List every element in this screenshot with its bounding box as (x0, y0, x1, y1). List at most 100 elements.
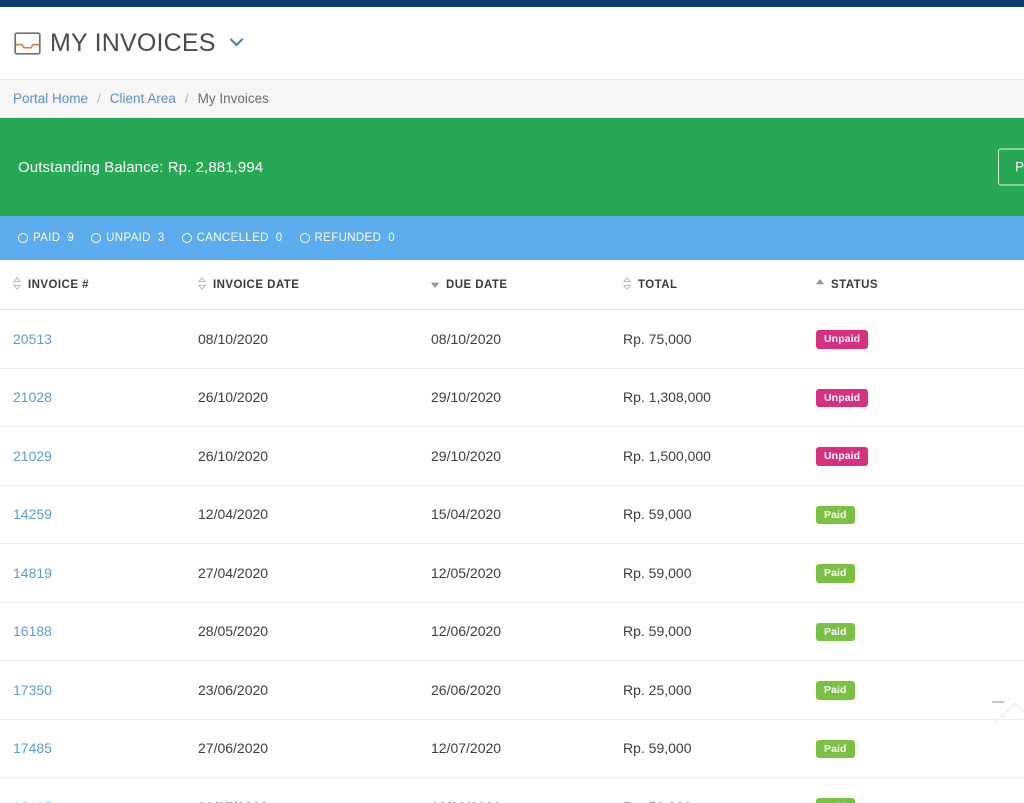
cell-total: Rp. 25,000 (623, 660, 816, 720)
cell-due-date: 08/10/2020 (431, 309, 623, 369)
cell-invoice-number: 16188 (0, 602, 198, 661)
column-header-invoice-number[interactable]: INVOICE # (0, 260, 198, 310)
breadcrumb-separator: / (184, 91, 189, 106)
invoice-link[interactable]: 17350 (13, 682, 52, 698)
table-row[interactable]: 20513 08/10/2020 08/10/2020 Rp. 75,000 U… (0, 309, 1024, 369)
filter-paid-label: PAID (33, 232, 61, 244)
filter-refunded[interactable]: REFUNDED 0 (299, 232, 395, 244)
cell-status: Paid (816, 602, 1024, 661)
cell-due-date: 12/05/2020 (431, 543, 623, 603)
column-header-status-label: STATUS (831, 279, 878, 291)
filter-unpaid[interactable]: UNPAID 3 (91, 232, 164, 244)
radio-circle-icon (181, 233, 192, 243)
cell-invoice-number: 20513 (0, 309, 198, 369)
pay-all-outstanding-button[interactable]: Pay All Outstanding Invoices (998, 148, 1024, 186)
status-badge: Unpaid (816, 330, 869, 349)
column-header-invoice-date[interactable]: INVOICE DATE (198, 260, 431, 310)
cell-invoice-date: 26/10/2020 (198, 426, 431, 486)
status-badge: Paid (816, 564, 855, 583)
sort-descending-icon (431, 277, 439, 293)
breadcrumb-item-client-area[interactable]: Client Area (110, 91, 176, 106)
column-header-total[interactable]: TOTAL (623, 260, 816, 310)
table-row[interactable]: 16188 28/05/2020 12/06/2020 Rp. 59,000 P… (0, 602, 1024, 661)
cell-status: Paid (816, 660, 1024, 720)
status-badge: Paid (816, 798, 855, 803)
invoices-table-head: INVOICE # INVOICE DATE DUE DATE TOTAL ST… (0, 260, 1024, 310)
cell-due-date: 12/06/2020 (431, 602, 623, 661)
filter-paid[interactable]: PAID 9 (18, 232, 74, 244)
cell-total: Rp. 59,000 (623, 485, 816, 544)
invoices-table: INVOICE # INVOICE DATE DUE DATE TOTAL ST… (0, 260, 1024, 803)
cell-due-date: 15/04/2020 (431, 485, 623, 544)
status-badge: Unpaid (816, 388, 869, 407)
invoice-link[interactable]: 21028 (13, 389, 52, 405)
filter-refunded-count: 0 (388, 232, 395, 244)
breadcrumb: Portal Home / Client Area / My Invoices (0, 80, 1024, 118)
radio-circle-icon (18, 233, 28, 243)
cell-invoice-number: 17350 (0, 660, 198, 720)
cell-invoice-date: 27/04/2020 (198, 543, 431, 603)
page-title: MY INVOICES (50, 28, 216, 57)
page-title-group[interactable]: MY INVOICES (14, 28, 243, 57)
cell-due-date: 12/07/2020 (431, 719, 623, 778)
cell-status: Paid (816, 777, 1024, 803)
breadcrumb-item-portal-home[interactable]: Portal Home (13, 91, 88, 106)
cell-invoice-date: 23/06/2020 (198, 660, 431, 720)
cell-total: Rp. 59,000 (623, 719, 816, 778)
cell-invoice-number: 21028 (0, 368, 198, 427)
cell-invoice-date: 26/10/2020 (198, 368, 431, 427)
inbox-icon (14, 31, 41, 55)
cell-status: Unpaid (816, 368, 1024, 427)
invoice-link[interactable]: 21029 (13, 448, 52, 464)
invoice-link[interactable]: 16188 (13, 623, 52, 639)
filter-paid-count: 9 (67, 232, 75, 244)
column-header-due-date[interactable]: DUE DATE (431, 260, 623, 310)
table-row[interactable]: 21029 26/10/2020 29/10/2020 Rp. 1,500,00… (0, 426, 1024, 486)
invoice-link[interactable]: 14259 (13, 506, 52, 522)
cell-status: Paid (816, 543, 1024, 603)
outstanding-balance-label: Outstanding Balance: Rp. 2,881,994 (18, 158, 264, 176)
status-badge: Paid (816, 681, 855, 700)
table-row[interactable]: 17350 23/06/2020 26/06/2020 Rp. 25,000 P… (0, 660, 1024, 720)
cell-invoice-number: 17485 (0, 719, 198, 778)
status-filter-bar: PAID 9 UNPAID 3 CANCELLED 0 REFUNDED 0 (0, 216, 1024, 260)
column-header-total-label: TOTAL (638, 279, 678, 291)
cell-total: Rp. 59,000 (623, 543, 816, 603)
cell-due-date: 29/10/2020 (431, 368, 623, 427)
status-badge: Paid (816, 739, 855, 758)
filter-unpaid-count: 3 (157, 232, 165, 244)
filter-cancelled[interactable]: CANCELLED 0 (181, 232, 283, 244)
breadcrumb-item-my-invoices: My Invoices (197, 91, 269, 106)
column-header-invoice-number-label: INVOICE # (28, 279, 89, 291)
column-header-invoice-date-label: INVOICE DATE (213, 279, 300, 291)
table-row[interactable]: 14819 27/04/2020 12/05/2020 Rp. 59,000 P… (0, 543, 1024, 603)
chevron-down-icon[interactable] (225, 34, 243, 52)
invoice-link[interactable]: 20513 (13, 331, 52, 347)
cell-invoice-date: 28/05/2020 (198, 602, 431, 661)
cell-status: Paid (816, 485, 1024, 544)
table-row[interactable]: 14259 12/04/2020 15/04/2020 Rp. 59,000 P… (0, 485, 1024, 544)
cell-total: Rp. 1,500,000 (623, 426, 816, 486)
outstanding-balance-banner: Outstanding Balance: Rp. 2,881,994 Pay A… (0, 118, 1024, 216)
cell-invoice-number: 21029 (0, 426, 198, 486)
filter-refunded-label: REFUNDED (314, 232, 382, 244)
table-row[interactable]: 17485 27/06/2020 12/07/2020 Rp. 59,000 P… (0, 719, 1024, 778)
cell-status: Paid (816, 719, 1024, 778)
invoice-link[interactable]: 17485 (13, 740, 52, 756)
status-badge: Paid (816, 505, 855, 524)
invoice-link[interactable]: 14819 (13, 565, 52, 581)
sort-both-icon (623, 277, 631, 293)
cell-invoice-date: 08/10/2020 (198, 309, 431, 369)
cell-status: Unpaid (816, 309, 1024, 369)
invoice-link[interactable]: 18495 (13, 799, 52, 803)
cell-total: Rp. 1,308,000 (623, 368, 816, 427)
column-header-due-date-label: DUE DATE (446, 279, 508, 291)
column-header-status[interactable]: STATUS (816, 260, 1024, 310)
cell-invoice-date: 28/07/2020 (198, 777, 431, 803)
cell-invoice-number: 14819 (0, 543, 198, 603)
table-row[interactable]: 18495 28/07/2020 12/08/2020 Rp. 59,000 P… (0, 777, 1024, 803)
sort-both-icon (13, 277, 21, 293)
table-row[interactable]: 21028 26/10/2020 29/10/2020 Rp. 1,308,00… (0, 368, 1024, 427)
cell-due-date: 26/06/2020 (431, 660, 623, 720)
filter-cancelled-label: CANCELLED (196, 232, 269, 244)
